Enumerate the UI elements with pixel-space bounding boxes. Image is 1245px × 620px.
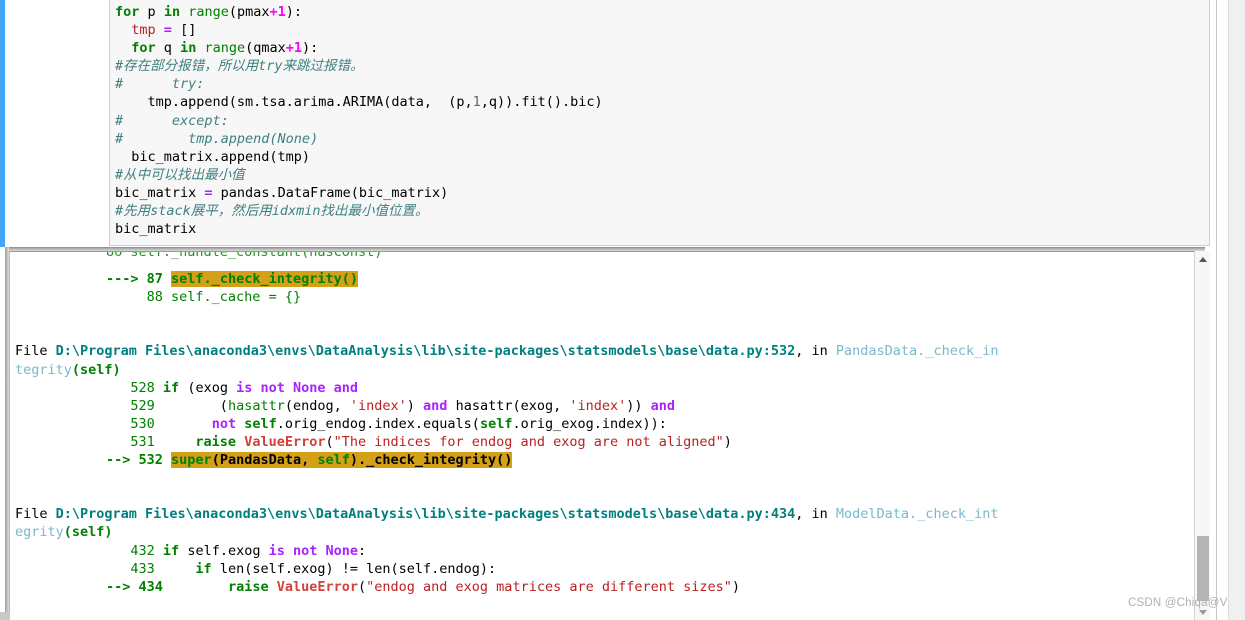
- traceback-line: 433 if len(self.exog) != len(self.endog)…: [130, 560, 497, 577]
- code-line-comment: #先用stack展平，然后用idxmin找出最小值位置。: [115, 203, 429, 220]
- scrollbar-thumb[interactable]: [1197, 536, 1209, 601]
- traceback-line: 530 not self.orig_endog.index.equals(sel…: [130, 415, 667, 432]
- file-func-args: (self): [71, 361, 121, 378]
- code-lines: for p in range(pmax+1): tmp = [] for q i…: [110, 0, 1209, 238]
- panel-divider: [1216, 0, 1217, 620]
- code-line: tmp.append(sm.tsa.arima.ARIMA(data, (p,1…: [115, 94, 603, 111]
- code-line: bic_matrix = pandas.DataFrame(bic_matrix…: [115, 184, 449, 201]
- traceback-body: ---> 87 self._check_integrity() 88 self.…: [10, 252, 1205, 620]
- code-line: bic_matrix: [115, 221, 197, 238]
- traceback-file-header: File D:\Program Files\anaconda3\envs\Dat…: [10, 505, 1205, 523]
- traceback-line: 88 self._cache = {}: [146, 289, 302, 306]
- code-line-comment: #存在部分报错，所以用try来跳过报错。: [115, 58, 364, 75]
- file-sep: , in: [795, 343, 836, 360]
- file-func-cont: tegrity: [15, 361, 72, 378]
- file-path: D:\Program Files\anaconda3\envs\DataAnal…: [55, 343, 796, 360]
- file-func: PandasData._check_in: [835, 343, 999, 360]
- file-func-args: (self): [63, 524, 113, 541]
- triangle-up-icon: [1199, 256, 1207, 262]
- code-line-comment: # try:: [115, 76, 205, 93]
- scroll-up-arrow-icon[interactable]: [1195, 251, 1211, 267]
- traceback-line: 529 (hasattr(endog, 'index') and hasattr…: [130, 397, 676, 414]
- traceback-line: --> 434 raise ValueError("endog and exog…: [106, 578, 741, 595]
- code-line-comment: # except:: [115, 112, 229, 129]
- code-line: tmp = []: [131, 22, 197, 39]
- file-path: D:\Program Files\anaconda3\envs\DataAnal…: [55, 506, 796, 523]
- triangle-down-icon: [1199, 609, 1207, 615]
- output-vertical-scrollbar[interactable]: [1194, 251, 1210, 620]
- file-func-cont: egrity: [15, 524, 64, 541]
- traceback-line: 528 if (exog is not None and: [130, 379, 359, 396]
- traceback-line: 432 if self.exog is not None:: [130, 542, 367, 559]
- cell-selection-indicator: [0, 0, 5, 247]
- traceback-line: 531 raise ValueError("The indices for en…: [130, 433, 732, 450]
- horizontal-scrollbar-stub[interactable]: [0, 612, 10, 620]
- traceback-line: ---> 87 self._check_integrity(): [106, 271, 358, 288]
- traceback-file-header-wrap: tegrity(self): [10, 361, 1205, 379]
- code-line: for q in range(qmax+1):: [131, 40, 319, 57]
- file-label: File: [15, 343, 56, 360]
- code-line-comment: #从中可以找出最小值: [115, 166, 245, 183]
- traceback-output-cell[interactable]: 86 self._handle_constant(hasconst) ---> …: [9, 251, 1205, 620]
- traceback-file-header: File D:\Program Files\anaconda3\envs\Dat…: [10, 342, 1205, 360]
- file-sep: , in: [795, 506, 836, 523]
- code-input-cell[interactable]: for p in range(pmax+1): tmp = [] for q i…: [109, 0, 1210, 246]
- file-label: File: [15, 506, 56, 523]
- page-vertical-scrollbar[interactable]: [1228, 0, 1245, 620]
- notebook-page: for p in range(pmax+1): tmp = [] for q i…: [0, 0, 1245, 620]
- traceback-line: --> 532 super(PandasData, self)._check_i…: [106, 452, 513, 469]
- file-func: ModelData._check_int: [835, 506, 999, 523]
- code-line: for p in range(pmax+1):: [115, 4, 303, 20]
- csdn-watermark: CSDN @Chiqa@V: [1128, 597, 1228, 609]
- code-line: bic_matrix.append(tmp): [115, 148, 311, 165]
- traceback-file-header-wrap: egrity(self): [10, 523, 1205, 541]
- code-line-comment: # tmp.append(None): [115, 130, 319, 147]
